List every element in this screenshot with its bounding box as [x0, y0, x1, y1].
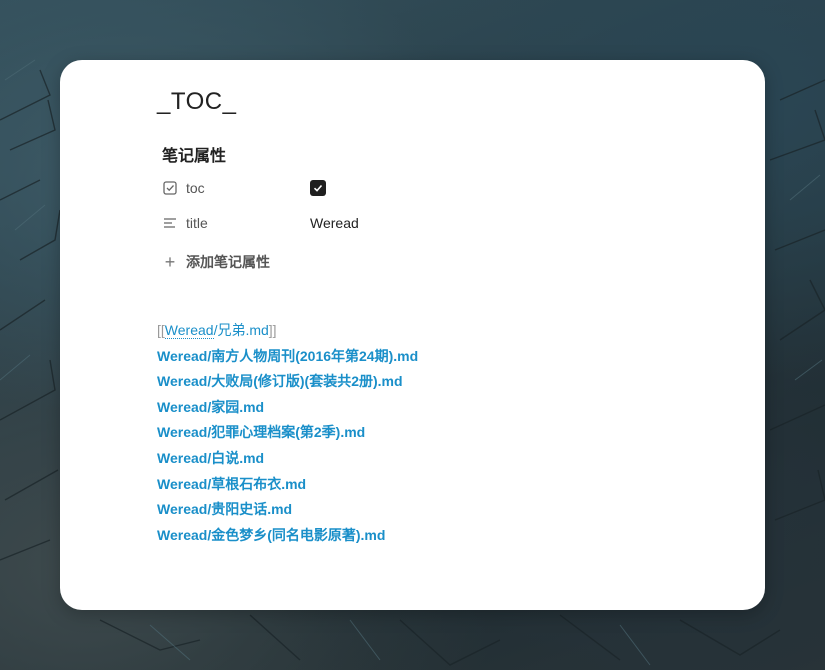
- note-card: _TOC_ 笔记属性 toc title Weread + 添加笔记属性 [[W…: [60, 60, 765, 610]
- list-item[interactable]: Weread/犯罪心理档案(第2季).md: [157, 420, 418, 446]
- list-item[interactable]: Weread/贵阳史话.md: [157, 497, 418, 523]
- toc-checkbox[interactable]: [310, 180, 326, 196]
- plus-icon: +: [164, 252, 176, 272]
- toc-link-list: [[Weread/兄弟.md]] Weread/南方人物周刊(2016年第24期…: [157, 318, 418, 548]
- list-item[interactable]: Weread/大败局(修订版)(套装共2册).md: [157, 369, 418, 395]
- checkmark-icon: [313, 184, 323, 192]
- add-property-label: 添加笔记属性: [186, 254, 270, 270]
- list-item[interactable]: Weread/家园.md: [157, 395, 418, 421]
- list-item[interactable]: Weread/草根石布衣.md: [157, 472, 418, 498]
- wikilink-open-bracket: [[: [157, 322, 165, 338]
- add-property-button[interactable]: + 添加笔记属性: [162, 252, 270, 272]
- wikilink-rest[interactable]: /兄弟.md: [214, 322, 269, 338]
- text-lines-icon: [162, 215, 178, 231]
- checkbox-icon: [162, 180, 178, 196]
- property-row-toc[interactable]: toc: [162, 177, 326, 199]
- property-value-title[interactable]: Weread: [310, 215, 359, 231]
- property-name-toc[interactable]: toc: [186, 180, 310, 196]
- wikilink-close-bracket: ]]: [268, 322, 277, 338]
- property-name-title[interactable]: title: [186, 215, 310, 231]
- property-row-title[interactable]: title Weread: [162, 212, 359, 234]
- list-item[interactable]: Weread/白说.md: [157, 446, 418, 472]
- note-title[interactable]: _TOC_: [157, 88, 236, 116]
- list-item[interactable]: [[Weread/兄弟.md]]: [157, 318, 418, 344]
- wikilink-text[interactable]: Weread: [164, 322, 214, 339]
- properties-heading: 笔记属性: [162, 148, 227, 165]
- list-item[interactable]: Weread/南方人物周刊(2016年第24期).md: [157, 344, 418, 370]
- list-item[interactable]: Weread/金色梦乡(同名电影原著).md: [157, 523, 418, 549]
